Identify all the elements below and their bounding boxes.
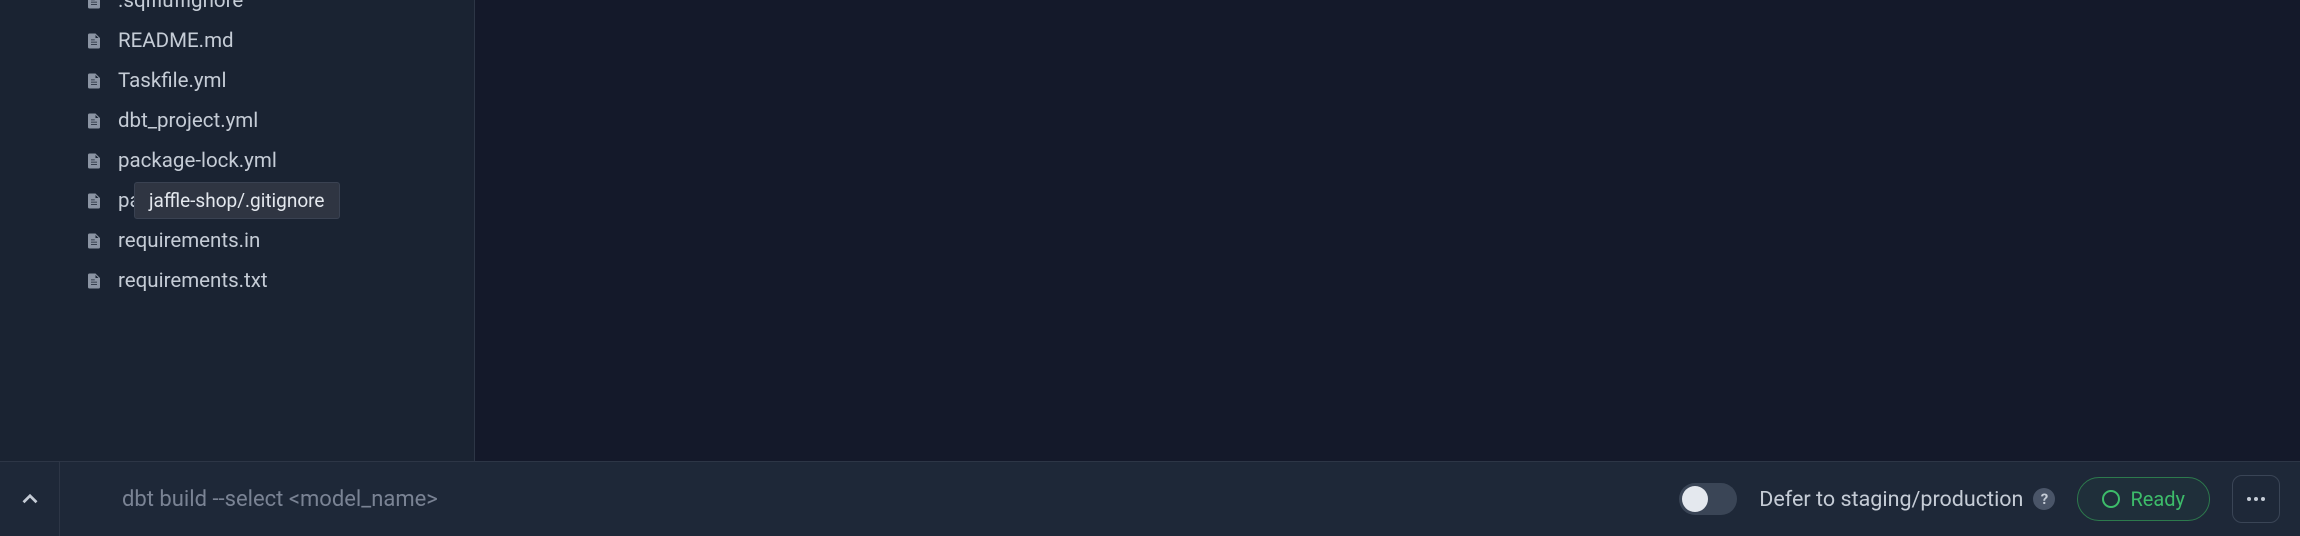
file-name: README.md (118, 29, 234, 53)
file-item[interactable]: .sqlfluffignore (70, 0, 474, 21)
more-horizontal-icon (2244, 487, 2268, 511)
file-name: requirements.in (118, 229, 260, 253)
toggle-thumb (1682, 486, 1708, 512)
file-item[interactable]: README.md (70, 21, 474, 61)
chevron-up-icon (17, 486, 43, 512)
more-options-button[interactable] (2232, 475, 2280, 523)
file-icon (84, 271, 104, 291)
file-name: dbt_project.yml (118, 109, 258, 133)
file-item[interactable]: Taskfile.yml (70, 61, 474, 101)
file-icon (84, 71, 104, 91)
defer-toggle-container (1679, 483, 1737, 515)
editor-area (475, 0, 2300, 461)
file-item[interactable]: packages.yml (70, 181, 474, 221)
file-name: requirements.txt (118, 269, 268, 293)
file-name: package-lock.yml (118, 149, 277, 173)
help-icon[interactable]: ? (2033, 488, 2055, 510)
file-list: .sqlfluffignore README.md Taskfile.yml d… (70, 0, 474, 301)
status-label: Ready (2130, 487, 2185, 511)
defer-label: Defer to staging/production ? (1759, 487, 2055, 512)
file-item[interactable]: requirements.in (70, 221, 474, 261)
file-name: packages.yml (118, 189, 244, 213)
file-icon (84, 231, 104, 251)
file-item[interactable]: requirements.txt (70, 261, 474, 301)
defer-toggle[interactable] (1679, 483, 1737, 515)
bottom-console-bar: Defer to staging/production ? Ready (0, 461, 2300, 536)
file-item[interactable]: package-lock.yml (70, 141, 474, 181)
file-icon (84, 0, 104, 11)
defer-label-text: Defer to staging/production (1759, 487, 2023, 512)
expand-console-button[interactable] (0, 462, 60, 536)
file-icon (84, 31, 104, 51)
file-name: .sqlfluffignore (118, 0, 243, 13)
main-area: .sqlfluffignore README.md Taskfile.yml d… (0, 0, 2300, 461)
file-icon (84, 111, 104, 131)
file-icon (84, 151, 104, 171)
file-tree-sidebar: .sqlfluffignore README.md Taskfile.yml d… (0, 0, 475, 461)
file-icon (84, 191, 104, 211)
file-item[interactable]: dbt_project.yml (70, 101, 474, 141)
dbt-command-input[interactable] (82, 487, 1657, 512)
status-badge: Ready (2077, 477, 2210, 521)
status-circle-icon (2102, 490, 2120, 508)
file-name: Taskfile.yml (118, 69, 227, 93)
